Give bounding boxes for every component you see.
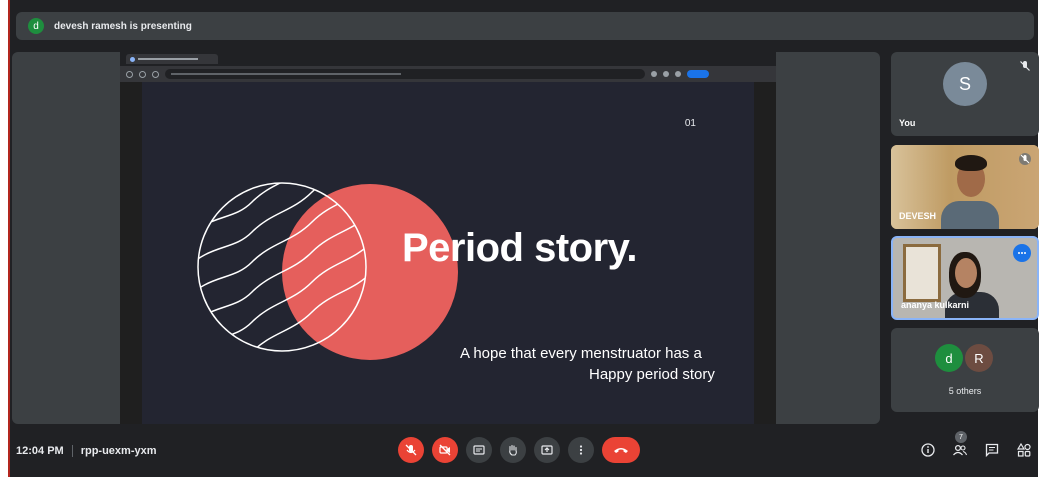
end-call-icon xyxy=(614,448,628,453)
more-options-button[interactable] xyxy=(568,437,594,463)
extension-icon xyxy=(663,71,669,77)
activities-button[interactable] xyxy=(1014,440,1034,460)
reload-icon xyxy=(152,70,159,78)
extension-icon xyxy=(651,71,657,77)
slide-subtitle-line2: Happy period story xyxy=(589,366,715,383)
mic-toggle-button[interactable] xyxy=(398,437,424,463)
address-text-placeholder xyxy=(171,73,401,75)
meeting-code: rpp-uexm-yxm xyxy=(80,445,157,457)
people-count-badge: 7 xyxy=(955,431,967,443)
info-icon xyxy=(921,443,935,457)
slide-number: 01 xyxy=(684,118,696,129)
captions-button[interactable] xyxy=(466,437,492,463)
raise-hand-icon xyxy=(509,444,517,456)
presenting-banner: d devesh ramesh is presenting xyxy=(16,12,1034,40)
participant-tile[interactable]: DEVESH xyxy=(891,145,1039,229)
current-time: 12:04 PM xyxy=(16,445,64,457)
others-count: 5 others xyxy=(948,386,982,396)
mic-off-icon xyxy=(405,444,417,456)
address-bar xyxy=(165,69,645,79)
call-controls xyxy=(398,437,640,463)
activities-icon xyxy=(1016,442,1031,457)
participant-tile-you[interactable]: S You xyxy=(891,52,1039,136)
meeting-details: 12:04 PM rpp-uexm-yxm xyxy=(16,445,157,457)
meet-window: d devesh ramesh is presenting 01 Period … xyxy=(8,0,1040,477)
back-icon xyxy=(126,70,133,78)
participant-tile-active[interactable]: ananya kulkarni xyxy=(891,236,1039,320)
participant-name: ananya kulkarni xyxy=(901,300,970,310)
side-panel-controls: 7 xyxy=(918,431,1034,460)
bottom-bar: 12:04 PM rpp-uexm-yxm 7 xyxy=(10,430,1040,477)
slide-title: Period story. xyxy=(402,226,638,270)
camera-off-icon xyxy=(439,444,451,456)
browser-toolbar xyxy=(120,66,776,82)
extension-icon xyxy=(675,71,681,77)
participant-tile-others[interactable]: d R 5 others xyxy=(891,328,1039,412)
avatar: d xyxy=(935,344,963,372)
chat-icon xyxy=(985,443,999,458)
tab-title-placeholder xyxy=(138,58,198,60)
person-head xyxy=(955,258,977,288)
avatar: R xyxy=(965,344,993,372)
video-background-window xyxy=(903,244,941,302)
mic-off-icon xyxy=(1019,153,1031,165)
slide: 01 Period story. A hope that every menst… xyxy=(142,82,754,424)
camera-toggle-button[interactable] xyxy=(432,437,458,463)
people-icon xyxy=(953,444,968,456)
present-icon xyxy=(541,445,553,455)
profile-chip xyxy=(687,70,709,78)
person-body xyxy=(941,201,999,229)
presentation-stage: 01 Period story. A hope that every menst… xyxy=(12,52,880,424)
browser-tab xyxy=(126,54,218,64)
mic-off-icon xyxy=(1020,61,1030,71)
slide-subtitle-line1: A hope that every menstruator has a xyxy=(460,345,702,362)
avatar: S xyxy=(943,62,987,106)
meeting-info-button[interactable] xyxy=(918,440,938,460)
captions-icon xyxy=(473,445,485,455)
chat-button[interactable] xyxy=(982,440,1002,460)
coral-circle xyxy=(282,184,458,360)
present-button[interactable] xyxy=(534,437,560,463)
more-options-icon[interactable] xyxy=(1013,244,1031,262)
others-avatars: d R xyxy=(935,344,993,372)
raise-hand-button[interactable] xyxy=(500,437,526,463)
people-button[interactable]: 7 xyxy=(950,431,970,460)
shared-screen: 01 Period story. A hope that every menst… xyxy=(120,52,776,424)
participant-name: DEVESH xyxy=(899,211,937,221)
presenter-avatar: d xyxy=(28,18,44,34)
presenting-text: devesh ramesh is presenting xyxy=(54,20,192,32)
participant-name: You xyxy=(899,118,916,128)
tab-favicon-icon xyxy=(130,56,135,62)
divider xyxy=(71,445,73,457)
more-options-icon xyxy=(579,445,583,455)
browser-tab-bar xyxy=(120,52,776,66)
forward-icon xyxy=(139,70,146,78)
person-hair xyxy=(955,155,987,171)
leave-call-button[interactable] xyxy=(602,437,640,463)
